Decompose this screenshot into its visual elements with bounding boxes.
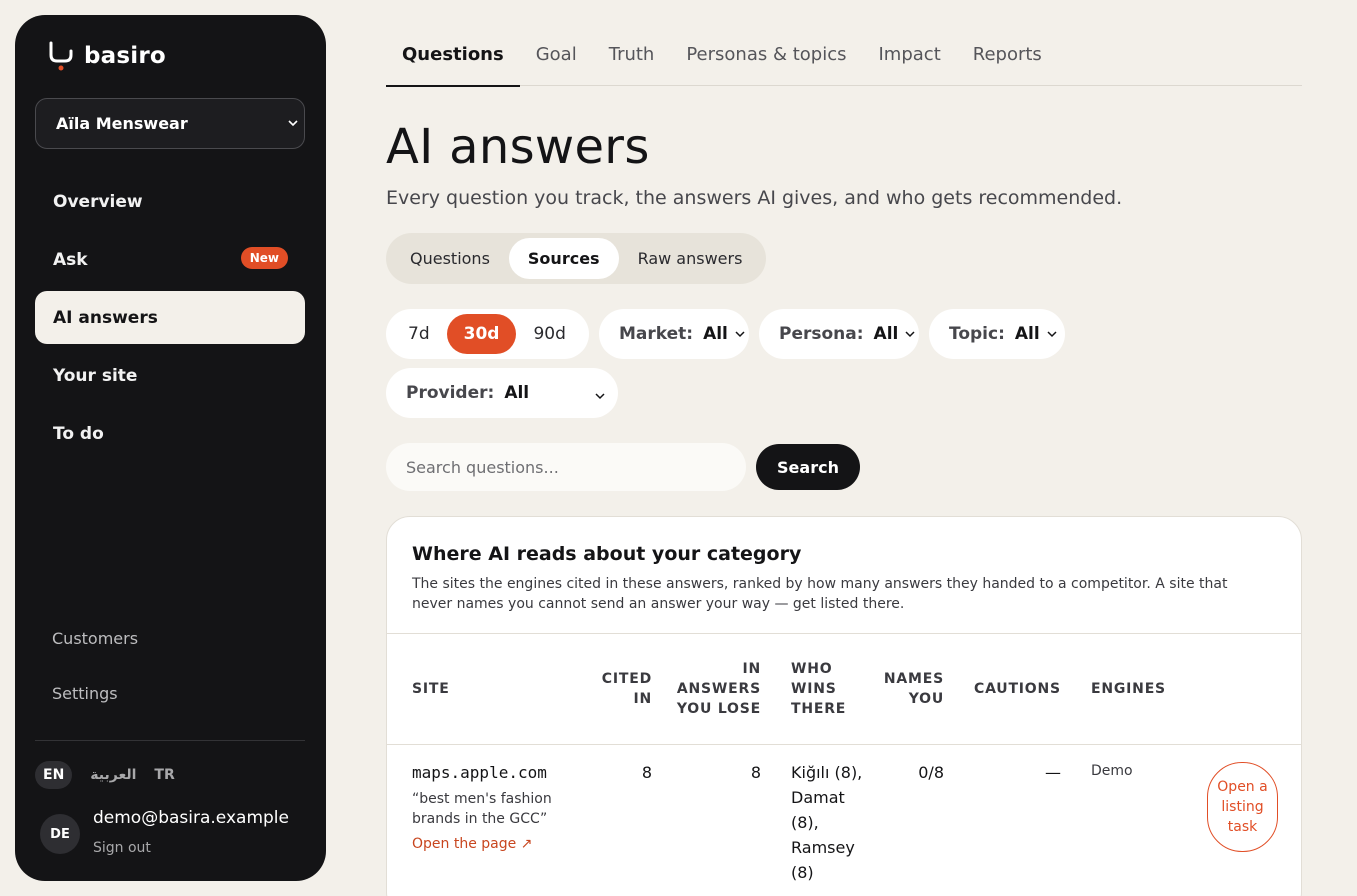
page-title: AI answers [386, 119, 650, 175]
site-question: “best men's fashion brands in the GCC” [412, 791, 552, 827]
range-30d[interactable]: 30d [446, 314, 517, 354]
winner-brand: Kiğılı (8), [791, 763, 863, 782]
answers-lost-cell: 8 [750, 763, 761, 782]
sidebar-item-ai-answers[interactable]: AI answers [35, 291, 305, 344]
sources-card: Where AI reads about your category The s… [386, 516, 1302, 896]
sidebar: basiro Aïla Menswear Overview Ask New AI … [15, 15, 326, 881]
cited-in-cell: 8 [641, 763, 652, 782]
view-switcher: Questions Sources Raw answers [386, 233, 767, 284]
lang-tr[interactable]: TR [154, 767, 174, 783]
sidebar-item-label: Overview [53, 191, 143, 212]
sidebar-item-settings[interactable]: Settings [52, 684, 118, 703]
top-tabs: Questions Goal Truth Personas & topics I… [386, 40, 1302, 87]
winner-brand: Ramsey (8) [791, 838, 855, 882]
sidebar-item-customers[interactable]: Customers [52, 629, 138, 648]
search-button[interactable]: Search [756, 444, 860, 490]
avatar[interactable]: DE [40, 814, 80, 854]
names-you-cell: 0/8 [918, 763, 944, 782]
table-header: Site Cited in In answers you lose Who wi… [387, 633, 1301, 745]
date-range-selector: 7d 30d 90d [386, 309, 589, 359]
card-title: Where AI reads about your category [412, 543, 802, 565]
chevron-down-icon [904, 325, 916, 344]
column-header-names-you[interactable]: Names you [877, 669, 944, 709]
workspace-selector[interactable]: Aïla Menswear [35, 98, 305, 149]
sidebar-item-ask[interactable]: Ask New [35, 233, 305, 286]
range-7d[interactable]: 7d [391, 314, 447, 354]
sidebar-item-overview[interactable]: Overview [35, 175, 305, 228]
sidebar-item-your-site[interactable]: Your site [35, 349, 305, 402]
provider-filter[interactable]: Provider: All [386, 368, 618, 418]
new-badge: New [240, 247, 288, 269]
who-wins-cell: Kiğılı (8), Damat (8), Ramsey (8) [791, 760, 871, 885]
site-cell: maps.apple.com “best men's fashion brand… [412, 760, 582, 857]
chevron-down-icon [734, 325, 746, 344]
tab-reports[interactable]: Reports [957, 40, 1058, 86]
search-input[interactable] [386, 443, 746, 491]
tab-questions[interactable]: Questions [386, 40, 520, 87]
column-header-in-answers-you-lose[interactable]: In answers you lose [672, 659, 761, 719]
view-questions[interactable]: Questions [391, 238, 509, 279]
logo[interactable]: basiro [48, 41, 166, 71]
persona-filter-label: Persona: [779, 324, 864, 344]
page-subtitle: Every question you track, the answers AI… [386, 187, 1123, 209]
winner-brand: Damat (8), [791, 788, 845, 832]
sidebar-item-label: Ask [53, 249, 88, 270]
card-description: The sites the engines cited in these ans… [412, 576, 1228, 612]
cautions-cell: — [1045, 763, 1061, 782]
market-filter-value: All [703, 324, 728, 344]
view-raw-answers[interactable]: Raw answers [619, 238, 762, 279]
lang-en[interactable]: EN [35, 761, 73, 789]
open-page-link[interactable]: Open the page ↗ [412, 832, 582, 857]
user-email: demo@basira.example [93, 808, 289, 828]
persona-filter[interactable]: Persona: All [759, 309, 919, 359]
sidebar-item-label: AI answers [53, 307, 158, 328]
column-header-who-wins-there[interactable]: Who wins there [791, 659, 861, 719]
provider-filter-label: Provider: [406, 383, 495, 403]
market-filter[interactable]: Market: All [599, 309, 749, 359]
provider-filter-value: All [504, 383, 530, 403]
topic-filter-value: All [1014, 324, 1040, 344]
lang-ar[interactable]: العربية [90, 767, 136, 783]
persona-filter-value: All [873, 324, 899, 344]
tab-personas-topics[interactable]: Personas & topics [670, 40, 862, 86]
brand-name: basiro [84, 43, 166, 69]
column-header-site[interactable]: Site [412, 679, 450, 699]
sign-out-link[interactable]: Sign out [93, 840, 151, 856]
view-sources[interactable]: Sources [508, 238, 619, 279]
language-switcher: EN العربية TR [35, 761, 193, 789]
chevron-down-icon [286, 115, 300, 134]
sidebar-nav: Overview Ask New AI answers Your site To … [35, 175, 305, 465]
tab-impact[interactable]: Impact [863, 40, 957, 86]
site-domain: maps.apple.com [412, 763, 547, 782]
topic-filter[interactable]: Topic: All [929, 309, 1065, 359]
open-listing-task-button[interactable]: Open a listing task [1207, 762, 1278, 852]
tab-truth[interactable]: Truth [593, 40, 671, 86]
topic-filter-label: Topic: [949, 324, 1005, 344]
sidebar-item-label: Your site [53, 365, 138, 386]
tab-goal[interactable]: Goal [520, 40, 593, 86]
sidebar-item-to-do[interactable]: To do [35, 407, 305, 460]
sidebar-item-label: To do [53, 423, 104, 444]
basiro-logo-icon [48, 41, 74, 71]
chevron-down-icon [594, 387, 606, 406]
engines-cell: Demo [1091, 763, 1133, 779]
workspace-name: Aïla Menswear [56, 114, 188, 133]
column-header-cautions[interactable]: Cautions [974, 679, 1061, 699]
sidebar-divider [35, 740, 305, 741]
chevron-down-icon [1046, 325, 1058, 344]
column-header-engines[interactable]: Engines [1091, 679, 1166, 699]
market-filter-label: Market: [619, 324, 694, 344]
column-header-cited-in[interactable]: Cited in [592, 669, 652, 709]
range-90d[interactable]: 90d [516, 314, 582, 354]
